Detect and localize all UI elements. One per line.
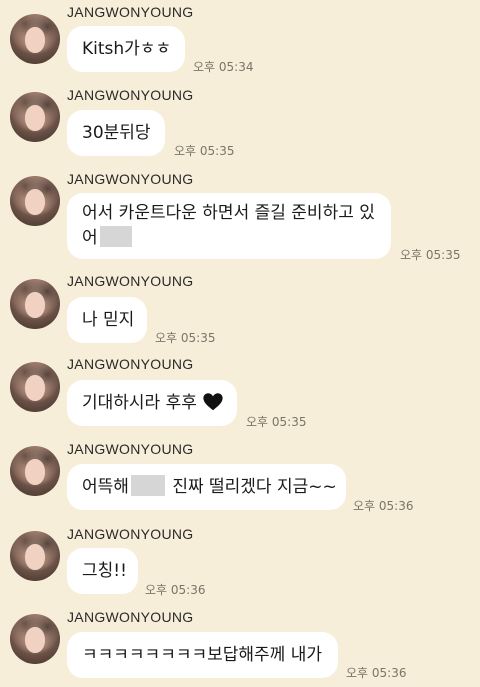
sender-name: JANGWONYOUNG <box>67 526 194 542</box>
message-text: 30분뒤당 <box>82 123 151 143</box>
message-bubble[interactable]: 어서 카운트다운 하면서 즐길 준비하고 있 어 <box>67 193 391 259</box>
message-text: ㅋㅋㅋㅋㅋㅋㅋㅋ보답해주께 내가 <box>82 645 323 665</box>
redacted-blur <box>130 475 165 496</box>
message-time: 오후 05:35 <box>155 331 216 345</box>
message-bubble[interactable]: 나 믿지 <box>67 297 147 343</box>
message-bubble[interactable]: Kitsh가ㅎㅎ <box>67 26 185 72</box>
message-bubble[interactable]: 그칭!! <box>67 548 138 594</box>
message-text: 진짜 떨리겠다 지금~~ <box>166 477 337 497</box>
profile-avatar[interactable] <box>10 92 60 142</box>
message-time: 오후 05:34 <box>193 60 254 74</box>
profile-avatar[interactable] <box>10 446 60 496</box>
message-text: 그칭!! <box>82 561 127 581</box>
sender-name: JANGWONYOUNG <box>67 441 194 457</box>
profile-avatar[interactable] <box>10 279 60 329</box>
sender-name: JANGWONYOUNG <box>67 356 194 372</box>
redacted-blur <box>99 226 132 247</box>
profile-avatar[interactable] <box>10 531 60 581</box>
sender-name: JANGWONYOUNG <box>67 4 194 20</box>
profile-avatar[interactable] <box>10 176 60 226</box>
message-bubble[interactable]: ㅋㅋㅋㅋㅋㅋㅋㅋ보답해주께 내가 <box>67 632 338 678</box>
message-text: 기대하시라 후후 <box>82 393 197 413</box>
message-time: 오후 05:35 <box>246 415 307 429</box>
message-text-line1: 어서 카운트다운 하면서 즐길 준비하고 있 <box>82 203 375 223</box>
message-time: 오후 05:36 <box>145 583 206 597</box>
message-time: 오후 05:35 <box>174 144 235 158</box>
profile-avatar[interactable] <box>10 14 60 64</box>
message-bubble[interactable]: 30분뒤당 <box>67 110 165 156</box>
profile-avatar[interactable] <box>10 362 60 412</box>
sender-name: JANGWONYOUNG <box>67 87 194 103</box>
message-text: Kitsh가ㅎㅎ <box>82 39 172 59</box>
message-time: 오후 05:36 <box>353 499 414 513</box>
message-time: 오후 05:36 <box>346 666 407 680</box>
sender-name: JANGWONYOUNG <box>67 171 194 187</box>
sender-name: JANGWONYOUNG <box>67 609 194 625</box>
profile-avatar[interactable] <box>10 614 60 664</box>
message-text: 나 믿지 <box>82 310 135 330</box>
black-heart-icon <box>203 393 223 411</box>
sender-name: JANGWONYOUNG <box>67 273 194 289</box>
message-bubble[interactable]: 기대하시라 후후 <box>67 380 237 426</box>
message-text: 어뜩해 <box>82 477 129 497</box>
message-time: 오후 05:35 <box>400 248 461 262</box>
message-text: 어 <box>82 228 98 248</box>
message-text-line2: 어 <box>82 226 376 251</box>
message-bubble[interactable]: 어뜩해 진짜 떨리겠다 지금~~ <box>67 464 346 510</box>
